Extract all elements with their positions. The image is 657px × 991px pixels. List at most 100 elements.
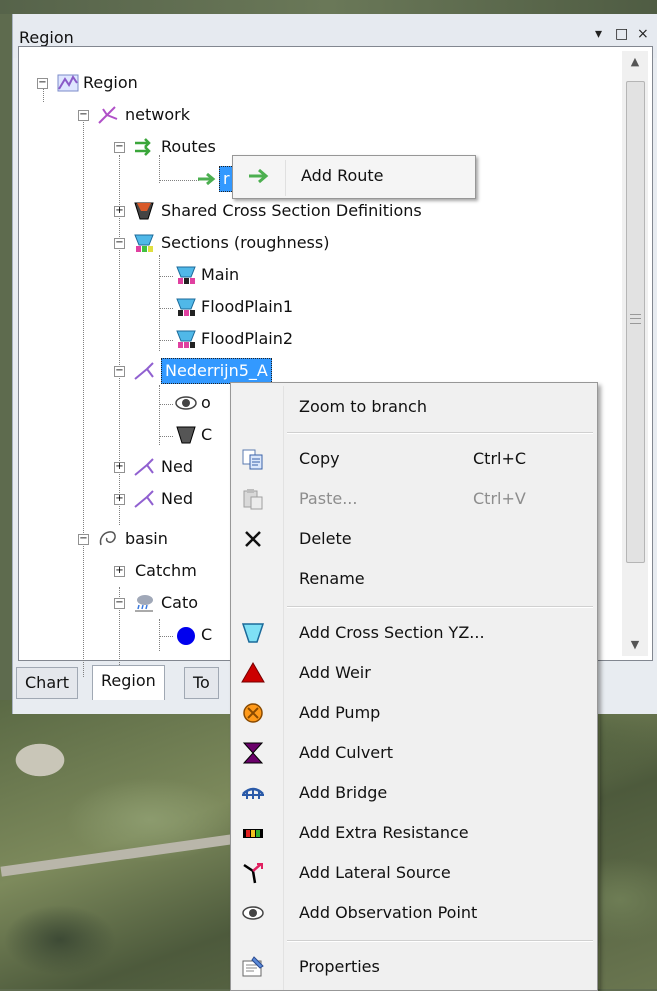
observation-icon <box>242 906 264 920</box>
tree-guide <box>159 180 199 181</box>
route-arrow-icon <box>249 168 269 184</box>
menu-shortcut: Ctrl+C <box>473 449 527 468</box>
collapse-icon[interactable]: − <box>78 534 89 545</box>
cross-section-icon <box>241 623 265 643</box>
tree-node-label: Nederrijn5_A <box>161 358 272 384</box>
close-icon[interactable]: × <box>637 26 649 42</box>
collapse-icon[interactable]: − <box>114 598 125 609</box>
add-lateral-source-menu-item[interactable]: Add Lateral Source <box>233 853 593 893</box>
expand-icon[interactable]: + <box>114 566 125 577</box>
grip-icon <box>630 314 641 324</box>
section-icon <box>176 298 196 316</box>
menu-gutter <box>285 160 286 196</box>
rename-menu-item[interactable]: Rename <box>233 559 593 599</box>
tree-node-label: Catchm <box>135 561 197 580</box>
tree-scrollbar[interactable]: ▲ ▼ <box>622 51 648 656</box>
tab-label: Chart <box>25 673 69 692</box>
route-arrow-icon <box>198 172 216 186</box>
tree-node-label: Routes <box>161 137 216 156</box>
properties-menu-item[interactable]: Properties <box>233 947 593 987</box>
routes-icon <box>135 138 151 156</box>
collapse-icon[interactable]: − <box>37 78 48 89</box>
menu-item-label: Add Weir <box>299 663 371 682</box>
menu-item-label: Add Cross Section YZ... <box>299 623 485 642</box>
tree-node-region[interactable]: − Region <box>19 67 519 99</box>
zoom-to-branch-menu-item[interactable]: Zoom to branch <box>233 387 593 427</box>
tree-node-label: Shared Cross Section Definitions <box>161 201 422 220</box>
tree-node-label: C <box>201 625 213 644</box>
tree-node-label: C <box>201 425 213 444</box>
tree-node-label: basin <box>125 529 168 548</box>
cross-section-icon <box>176 426 196 444</box>
tree-node-label: FloodPlain1 <box>201 297 294 316</box>
scroll-thumb[interactable] <box>626 81 645 563</box>
weir-icon <box>241 662 265 683</box>
collapse-icon[interactable]: − <box>78 110 89 121</box>
scroll-up-icon[interactable]: ▲ <box>622 51 648 73</box>
tree-guide <box>159 308 173 309</box>
menu-separator <box>287 432 593 434</box>
menu-shortcut: Ctrl+V <box>473 489 526 508</box>
menu-item-label: Delete <box>299 529 352 548</box>
branch-context-menu: Zoom to branch Copy Ctrl+C Paste... Ctrl… <box>230 382 598 991</box>
tree-node-label: o <box>201 393 211 412</box>
branch-icon <box>134 458 154 476</box>
tree-node-floodplain1[interactable]: FloodPlain1 <box>19 291 519 323</box>
menu-item-label: Add Bridge <box>299 783 388 802</box>
copy-menu-item[interactable]: Copy Ctrl+C <box>233 439 593 479</box>
delete-menu-item[interactable]: Delete <box>233 519 593 559</box>
add-pump-menu-item[interactable]: Add Pump <box>233 693 593 733</box>
pin-dropdown-icon[interactable]: ▾ <box>595 26 602 42</box>
cross-section-icon <box>134 202 154 220</box>
add-cross-section-menu-item[interactable]: Add Cross Section YZ... <box>233 613 593 653</box>
expand-icon[interactable]: + <box>114 206 125 217</box>
add-culvert-menu-item[interactable]: Add Culvert <box>233 733 593 773</box>
region-icon <box>57 74 79 92</box>
tree-guide <box>159 436 173 437</box>
menu-item-label: Paste... <box>299 489 358 508</box>
branch-icon <box>134 490 154 508</box>
tree-node-network[interactable]: − network <box>19 99 519 131</box>
map-road <box>0 833 240 877</box>
panel-title: Region <box>19 28 74 47</box>
tree-guide <box>159 340 173 341</box>
paste-icon <box>243 489 263 510</box>
tree-node-label: FloodPlain2 <box>201 329 294 348</box>
add-weir-menu-item[interactable]: Add Weir <box>233 653 593 693</box>
add-extra-resistance-menu-item[interactable]: Add Extra Resistance <box>233 813 593 853</box>
expand-icon[interactable]: + <box>114 462 125 473</box>
map-top-strip <box>0 0 657 14</box>
menu-item-label: Add Observation Point <box>299 903 478 922</box>
paste-menu-item[interactable]: Paste... Ctrl+V <box>233 479 593 519</box>
expand-icon[interactable]: + <box>114 494 125 505</box>
menu-separator <box>287 606 593 608</box>
menu-item-label: Add Lateral Source <box>299 863 451 882</box>
basin-icon <box>99 531 116 546</box>
menu-item-label: Add Extra Resistance <box>299 823 469 842</box>
section-icon <box>176 330 196 348</box>
tab-region[interactable]: Region <box>92 665 165 700</box>
branch-icon <box>134 362 154 380</box>
add-observation-point-menu-item[interactable]: Add Observation Point <box>233 893 593 933</box>
bridge-icon <box>242 787 264 799</box>
delete-icon <box>245 531 261 547</box>
tree-node-sections[interactable]: − Sections (roughness) <box>19 227 519 259</box>
collapse-icon[interactable]: − <box>114 238 125 249</box>
tree-node-floodplain2[interactable]: FloodPlain2 <box>19 323 519 355</box>
add-route-menu-item[interactable]: Add Route <box>235 158 471 196</box>
tab-chart[interactable]: Chart <box>16 667 78 699</box>
tree-node-main[interactable]: Main <box>19 259 519 291</box>
sections-icon <box>134 234 154 252</box>
properties-icon <box>242 956 264 977</box>
restore-icon[interactable]: □ <box>615 26 628 42</box>
scroll-down-icon[interactable]: ▼ <box>622 634 648 656</box>
tab-tools[interactable]: To <box>184 667 219 699</box>
tree-node-shared-cross-sections[interactable]: + Shared Cross Section Definitions <box>19 195 519 227</box>
extra-resistance-icon <box>243 829 263 838</box>
menu-separator <box>287 940 593 942</box>
collapse-icon[interactable]: − <box>114 366 125 377</box>
tree-node-label: network <box>125 105 190 124</box>
collapse-icon[interactable]: − <box>114 142 125 153</box>
add-bridge-menu-item[interactable]: Add Bridge <box>233 773 593 813</box>
catchment-icon <box>135 595 153 612</box>
